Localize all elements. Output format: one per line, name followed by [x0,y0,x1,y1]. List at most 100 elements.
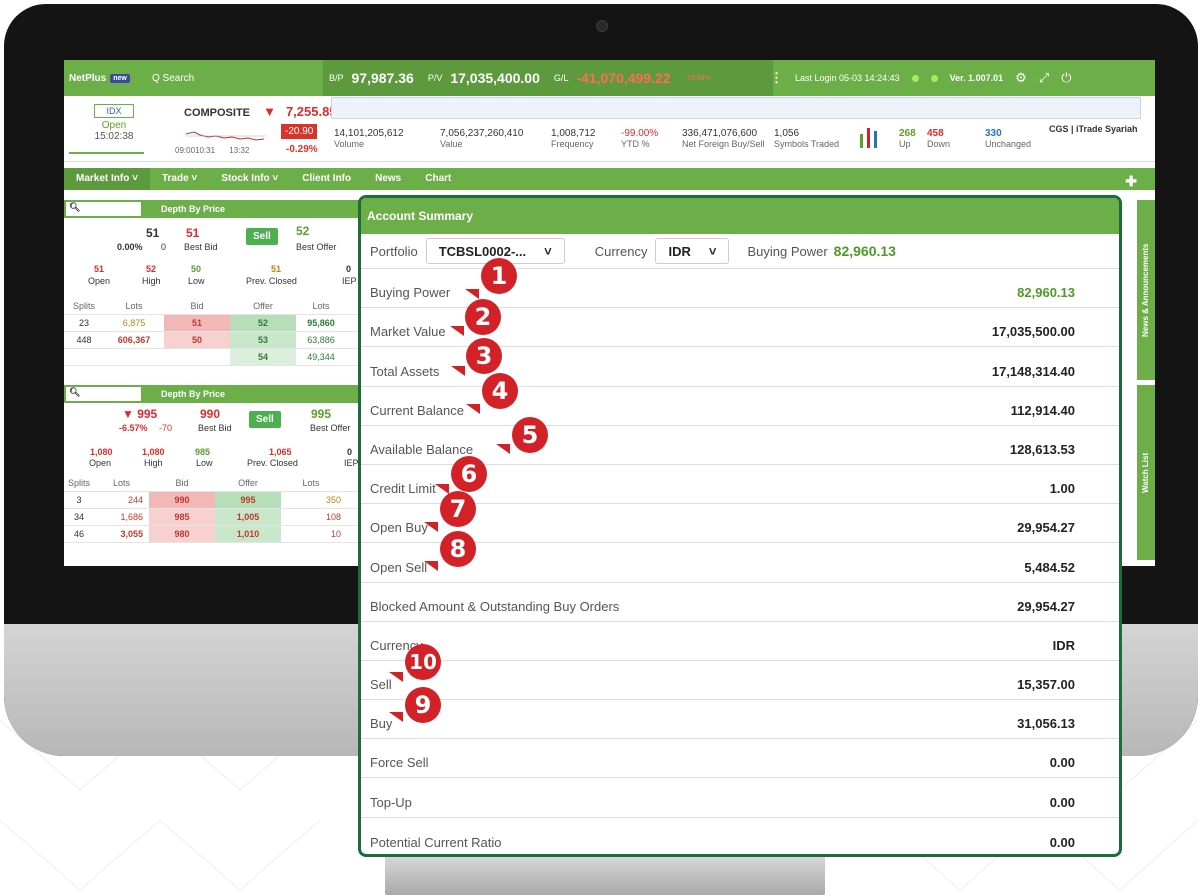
add-icon[interactable]: ✚ [1113,170,1149,192]
buying-power-label: Buying Power [747,243,828,259]
cell-splits [64,349,104,365]
sell-button[interactable]: Sell [249,411,281,428]
low-value: 50 [191,264,202,274]
row-value: 31,056.13 [1017,716,1075,732]
more-vertical-icon[interactable]: ⋮ [770,70,783,86]
summary-row-blocked-amount: Blocked Amount & Outstanding Buy Orders 2… [361,583,1119,622]
depth-search-input[interactable]: 🔍︎ [66,202,141,216]
broker-logo: CGS | iTrade Syariah [1049,124,1138,134]
callout-pointer [389,712,403,722]
low-value: 985 [195,447,211,457]
search-button[interactable]: Q Search [134,73,229,84]
menu-market-info[interactable]: Market Info ˅ [64,168,150,190]
stat-unchanged: 330 Unchanged [985,128,1031,149]
power-icon[interactable]: ⏻ [1061,70,1071,86]
cell-lots-offer: 108 [325,512,341,522]
currency-value: IDR [668,243,691,259]
currency-select[interactable]: IDR ˅ [655,238,730,264]
menu-client-info[interactable]: Client Info [290,168,363,190]
best-offer-label: Best Offer [296,242,337,252]
cell-offer: 54 [230,349,296,365]
stat-up-value: 268 [899,128,916,139]
sidetab-news[interactable]: News & Announcements [1137,200,1155,380]
search-icon: 🔍︎ [69,202,81,212]
depth-search-input[interactable]: 🔍︎ [66,387,141,401]
stat-symbols: 1,056 Symbols Traded [774,128,839,149]
status-dot-2 [930,74,938,82]
monitor-stand-base [385,851,825,895]
stat-frequency-value: 1,008,712 [551,128,596,139]
high-value: 52 [146,264,157,274]
menu-trade[interactable]: Trade ˅ [150,168,209,190]
stat-volume-label: Volume [334,139,365,149]
market-time: 15:02:38 [94,131,134,142]
cell-splits: 46 [73,529,84,539]
table-row[interactable]: 46 3,055 980 1,010 10 [64,526,364,543]
stat-net-foreign-value: 336,471,076,600 [682,128,758,139]
stats-strip [331,97,1141,119]
index-underline [69,152,144,154]
callout-10: 10 [405,644,441,680]
row-label: Credit Limit [370,481,436,497]
expand-icon[interactable]: ⤢ [1039,70,1049,86]
cell-offer: 1,005 [215,509,281,525]
depth-panel-header: 🔍︎ Depth By Price [64,385,364,403]
stat-net-foreign-label: Net Foreign Buy/Sell [682,139,765,149]
table-row[interactable]: 3 244 990 995 350 [64,492,364,509]
best-bid-value: 990 [200,407,221,421]
col-offer: Offer [238,478,258,488]
table-row[interactable]: 54 49,344 [64,349,364,366]
menu-news[interactable]: News [363,168,413,190]
top-bar: NetPlus new Q Search B/P 97,987.36 P/V 1… [64,60,1155,96]
low-label: Low [196,458,213,468]
best-bid-value: 51 [186,226,200,240]
row-value: 17,035,500.00 [991,324,1075,340]
cell-bid: 50 [164,332,230,348]
best-offer-value: 52 [296,224,310,238]
table-row[interactable]: 23 6,875 51 52 95,860 [64,315,364,332]
row-label: Blocked Amount & Outstanding Buy Orders [370,598,620,614]
depth-panel-2: 🔍︎ Depth By Price ▼ 995 -6.57% -70 990 B… [64,385,364,543]
col-splits: Splits [67,478,90,488]
sparkline-chart [186,131,266,141]
cell-bid: 990 [149,492,215,508]
last-price: ▼ 995 [122,407,158,421]
cell-lots [104,349,164,365]
chevron-down-icon: ˅ [544,243,552,259]
index-summary-row: IDX Open 15:02:38 COMPOSITE ▼ 7,255.85 -2… [64,96,1155,162]
low-label: Low [188,276,205,286]
index-code-button[interactable]: IDX [94,104,134,118]
sell-button[interactable]: Sell [246,228,278,245]
buying-power-value: 82,960.13 [833,243,896,259]
callout-6: 6 [451,456,487,492]
last-login: Last Login 05-03 14:24:43 [795,73,900,83]
row-value: 17,148,314.40 [991,363,1075,379]
open-value: 51 [94,264,105,274]
stat-frequency-label: Frequency [551,139,594,149]
callout-8: 8 [440,531,476,567]
menu-stock-info[interactable]: Stock Info ˅ [209,168,290,190]
prev-closed-label: Prev. Closed [247,458,298,468]
cell-offer: 52 [230,315,296,331]
stat-value-label: Value [440,139,463,149]
camera-icon [596,20,608,32]
callout-pointer [435,484,449,494]
cell-bid [164,349,230,365]
cell-lots: 606,367 [117,335,151,345]
account-summary-title: Account Summary [361,198,1119,234]
sidetab-watchlist[interactable]: Watch List [1137,385,1155,560]
table-row[interactable]: 448 606,367 50 53 63,886 [64,332,364,349]
depth-panel-header: 🔍︎ Depth By Price [64,200,364,218]
depth-quote: ▼ 995 -6.57% -70 990 Best Bid Sell 995 B… [64,403,364,543]
row-value: 82,960.13 [1017,285,1075,301]
menu-chart[interactable]: Chart [413,168,463,190]
table-row[interactable]: 34 1,686 985 1,005 108 [64,509,364,526]
row-value: 1.00 [1049,481,1075,497]
composite-header: COMPOSITE ▼ 7,255.85 [184,104,337,119]
gear-icon[interactable]: ⚙ [1015,70,1027,86]
version-label: Ver. 1.007.01 [949,73,1004,83]
composite-change-pct: -0.29% [286,144,318,155]
callout-2: 2 [465,299,501,335]
best-bid-label: Best Bid [198,423,232,433]
cell-lots: 3,055 [120,529,143,539]
